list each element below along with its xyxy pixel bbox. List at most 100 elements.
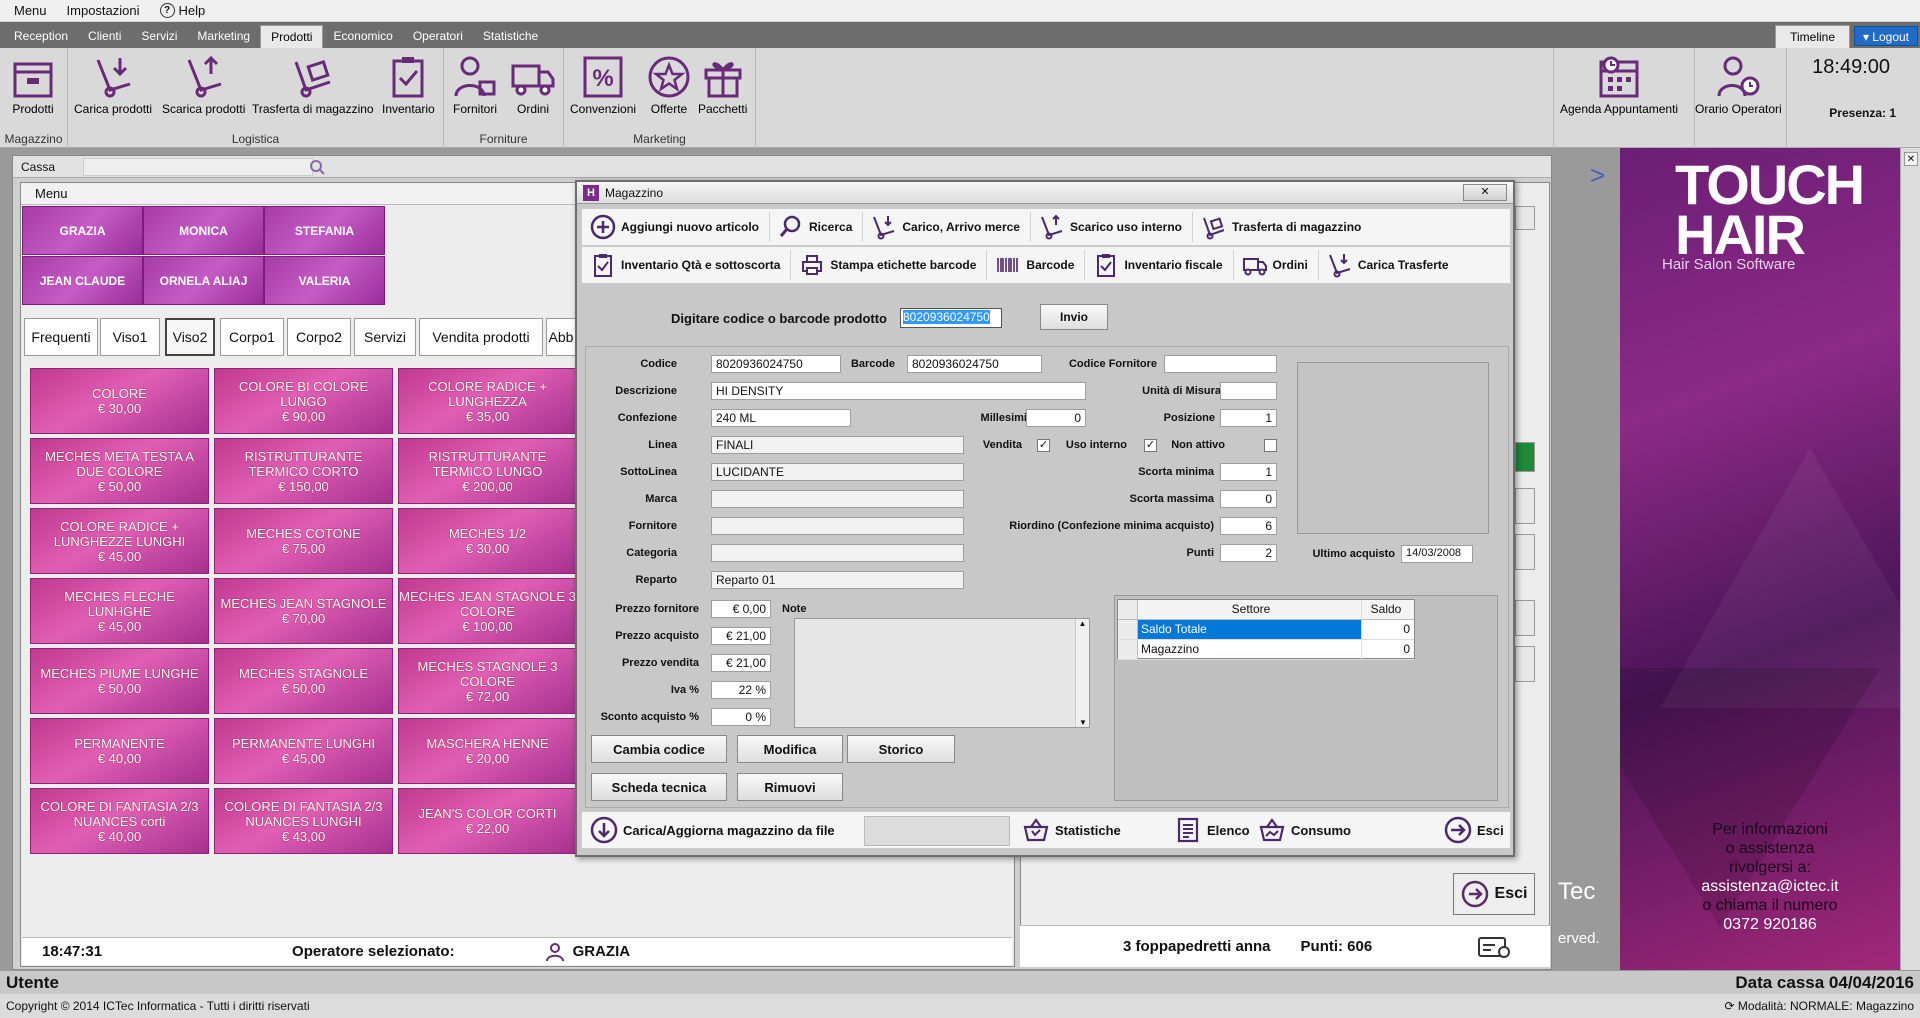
tab-operatori[interactable]: Operatori xyxy=(403,25,473,48)
operator-button[interactable]: JEAN CLAUDE xyxy=(22,256,143,305)
uso-interno-checkbox[interactable]: ✓ xyxy=(1144,439,1157,452)
window-scrollbar[interactable]: ✕ xyxy=(1900,148,1920,970)
scarico-uso-interno-button[interactable]: Scarico uso interno xyxy=(1031,212,1194,242)
service-tile[interactable]: MECHES STAGNOLE 3 COLORE € 72,00 xyxy=(398,648,577,714)
carica-trasferte-button[interactable]: Carica Trasferte xyxy=(1319,250,1459,280)
service-tile[interactable]: MECHES JEAN STAGNOLE 3 COLORE € 100,00 xyxy=(398,578,577,644)
cambia-codice-button[interactable]: Cambia codice xyxy=(591,735,727,763)
unita-misura-field[interactable] xyxy=(1220,382,1277,400)
service-tile[interactable]: COLORE BI COLORE LUNGO € 90,00 xyxy=(214,368,393,434)
service-tile[interactable]: JEAN'S COLOR CORTI € 22,00 xyxy=(398,788,577,854)
right-panel-side-button[interactable] xyxy=(1515,534,1535,570)
tab-clienti[interactable]: Clienti xyxy=(78,25,131,48)
category-tab-frequenti[interactable]: Frequenti xyxy=(24,318,98,356)
service-tile[interactable]: COLORE RADICE + LUNGHEZZA € 35,00 xyxy=(398,368,577,434)
esci-button[interactable]: Esci xyxy=(1444,815,1504,845)
service-tile[interactable]: RISTRUTTURANTE TERMICO LUNGO € 200,00 xyxy=(398,438,577,504)
panel-arrow-icon[interactable]: > xyxy=(1590,160,1605,191)
menu-item-help[interactable]: ? Help xyxy=(159,3,205,18)
row-selector[interactable] xyxy=(1118,640,1138,659)
category-tab-servizi[interactable]: Servizi xyxy=(354,318,416,356)
tab-statistiche[interactable]: Statistiche xyxy=(473,25,548,48)
service-tile[interactable]: COLORE DI FANTASIA 2/3 NUANCES corti € 40… xyxy=(30,788,209,854)
confezione-field[interactable]: 240 ML xyxy=(711,409,851,427)
service-tile[interactable]: PERMANENTE LUNGHI € 45,00 xyxy=(214,718,393,784)
note-textarea[interactable]: ▲ ▼ xyxy=(794,618,1090,728)
scorta-massima-field[interactable]: 0 xyxy=(1220,490,1277,508)
service-tile[interactable]: MECHES JEAN STAGNOLE € 70,00 xyxy=(214,578,393,644)
dialog-close-button[interactable]: ✕ xyxy=(1463,184,1507,201)
service-tile[interactable]: MECHES FLECHE LUNHGHE € 45,00 xyxy=(30,578,209,644)
barcode-field[interactable]: 8020936024750 xyxy=(907,355,1042,373)
service-tile[interactable]: MECHES STAGNOLE € 50,00 xyxy=(214,648,393,714)
service-tile[interactable]: PERMANENTE € 40,00 xyxy=(30,718,209,784)
service-tile[interactable]: MECHES COTONE € 75,00 xyxy=(214,508,393,574)
service-tile[interactable]: RISTRUTTURANTE TERMICO CORTO € 150,00 xyxy=(214,438,393,504)
cassa-esci-button[interactable]: Esci xyxy=(1453,873,1535,915)
table-row[interactable]: Magazzino 0 xyxy=(1118,640,1414,660)
categoria-field[interactable] xyxy=(711,544,964,562)
carico-arrivo-button[interactable]: Carico, Arrivo merce xyxy=(863,212,1031,242)
service-tile[interactable]: MECHES PIUME LUNGHE € 50,00 xyxy=(30,648,209,714)
tab-economico[interactable]: Economico xyxy=(323,25,402,48)
sconto-acquisto-field[interactable]: 0 % xyxy=(711,708,771,726)
cassa-search-input[interactable] xyxy=(83,158,313,176)
agenda-appuntamenti-button[interactable]: Agenda Appuntamenti xyxy=(1560,54,1678,116)
table-row[interactable]: Saldo Totale 0 xyxy=(1118,620,1414,640)
menu-item-menu[interactable]: Menu xyxy=(14,3,47,18)
trasferta-magazzino-button[interactable]: Trasferta di magazzino xyxy=(1193,212,1371,242)
modifica-button[interactable]: Modifica xyxy=(737,735,843,763)
saldo-column-header[interactable]: Saldo xyxy=(1362,600,1414,619)
right-panel-side-button[interactable] xyxy=(1515,488,1535,524)
marca-field[interactable] xyxy=(711,490,964,508)
operator-button[interactable]: STEFANIA xyxy=(264,206,385,255)
reparto-field[interactable]: Reparto 01 xyxy=(711,571,964,589)
carica-prodotti-button[interactable]: Carica prodotti xyxy=(74,54,152,116)
prezzo-vendita-field[interactable]: € 21,00 xyxy=(711,654,771,672)
iva-field[interactable]: 22 % xyxy=(711,681,771,699)
service-tile[interactable]: MECHES META TESTA A DUE COLORE € 50,00 xyxy=(30,438,209,504)
ultimo-acquisto-field[interactable]: 14/03/2008 xyxy=(1401,545,1473,563)
prodotti-button[interactable]: Prodotti xyxy=(10,54,56,116)
category-tab-viso2[interactable]: Viso2 xyxy=(165,318,215,356)
fornitori-button[interactable]: Fornitori xyxy=(452,54,498,116)
riordino-field[interactable]: 6 xyxy=(1220,517,1277,535)
tab-prodotti[interactable]: Prodotti xyxy=(260,25,324,48)
note-scrollbar[interactable]: ▲ ▼ xyxy=(1075,619,1089,727)
inventario-qta-button[interactable]: Inventario Qtà e sottoscorta xyxy=(582,250,792,280)
codice-field[interactable]: 8020936024750 xyxy=(711,355,841,373)
stampa-etichette-button[interactable]: Stampa etichette barcode xyxy=(791,250,988,280)
barcode-button[interactable]: Barcode xyxy=(987,250,1086,280)
category-tab-corpo1[interactable]: Corpo1 xyxy=(220,318,284,356)
rimuovi-button[interactable]: Rimuovi xyxy=(737,773,843,801)
codice-fornitore-field[interactable] xyxy=(1164,355,1277,373)
aggiungi-articolo-button[interactable]: Aggiungi nuovo articolo xyxy=(582,212,770,242)
card-icon[interactable] xyxy=(1477,935,1513,959)
operator-button[interactable]: MONICA xyxy=(143,206,264,255)
service-tile[interactable]: COLORE RADICE + LUNGHEZZE LUNGHI € 45,00 xyxy=(30,508,209,574)
vendita-checkbox[interactable]: ✓ xyxy=(1037,439,1050,452)
right-panel-side-button[interactable] xyxy=(1515,600,1535,636)
non-attivo-checkbox[interactable] xyxy=(1264,439,1277,452)
inventario-button[interactable]: Inventario xyxy=(382,54,435,116)
punti-field[interactable]: 2 xyxy=(1220,544,1277,562)
scheda-tecnica-button[interactable]: Scheda tecnica xyxy=(591,773,727,801)
posizione-field[interactable]: 1 xyxy=(1220,409,1277,427)
row-selector[interactable] xyxy=(1118,620,1138,639)
service-tile[interactable]: COLORE € 30,00 xyxy=(30,368,209,434)
pacchetti-button[interactable]: Pacchetti xyxy=(698,54,747,116)
offerte-button[interactable]: Offerte xyxy=(646,54,692,116)
file-path-field[interactable] xyxy=(864,816,1010,846)
barcode-search-input[interactable]: 8020936024750 xyxy=(900,308,1002,328)
right-panel-side-button[interactable] xyxy=(1515,646,1535,682)
orario-operatori-button[interactable]: Orario Operatori xyxy=(1695,54,1782,116)
category-tab-viso1[interactable]: Viso1 xyxy=(100,318,160,356)
tab-marketing[interactable]: Marketing xyxy=(187,25,260,48)
inventario-fiscale-button[interactable]: Inventario fiscale xyxy=(1085,250,1234,280)
product-image-box[interactable] xyxy=(1297,362,1489,534)
operator-button[interactable]: GRAZIA xyxy=(22,206,143,255)
service-tile[interactable]: COLORE DI FANTASIA 2/3 NUANCES LUNGHI € 4… xyxy=(214,788,393,854)
invio-button[interactable]: Invio xyxy=(1040,304,1108,330)
tab-reception[interactable]: Reception xyxy=(4,25,78,48)
settore-column-header[interactable]: Settore xyxy=(1138,600,1362,619)
